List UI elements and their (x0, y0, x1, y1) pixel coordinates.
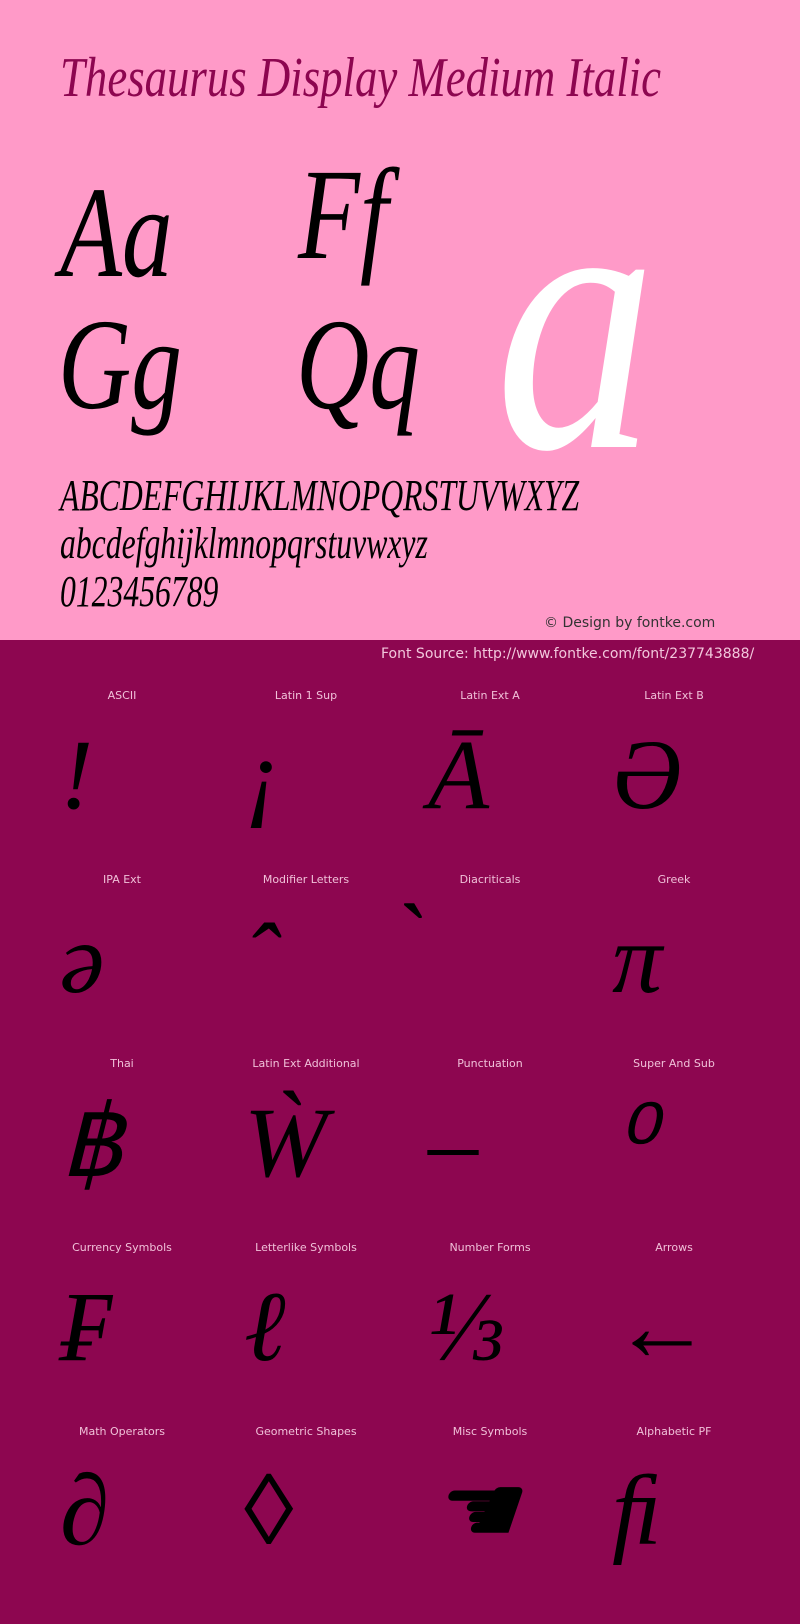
digits-row: 0123456789 (60, 567, 219, 616)
block-label: Geometric Shapes (255, 1425, 357, 1438)
block-sample-glyph: ⅓ (428, 1271, 503, 1382)
font-source-link[interactable]: Font Source: http://www.fontke.com/font/… (381, 646, 754, 662)
block-label: ASCII (107, 689, 137, 702)
unicode-block-cell: Misc Symbols ☚ (398, 1416, 582, 1600)
block-sample-glyph: ﬁ (612, 1455, 662, 1566)
block-label: Alphabetic PF (636, 1425, 712, 1438)
block-label: Greek (657, 873, 691, 886)
block-sample-glyph: ← (612, 1271, 712, 1382)
block-sample-glyph: – (428, 1087, 478, 1198)
unicode-block-cell: Modifier Letters ˆ (214, 864, 398, 1048)
unicode-block-cell: Latin Ext B Ə (582, 680, 766, 864)
unicode-block-cell: Thai ฿ (30, 1048, 214, 1232)
font-preview-panel: Thesaurus Display Medium Italic Aa Ff Gg… (0, 0, 800, 640)
block-label: Math Operators (79, 1425, 165, 1438)
glyph-pair-gg: Gg (58, 293, 182, 437)
unicode-block-cell: Letterlike Symbols ℓ (214, 1232, 398, 1416)
block-label: IPA Ext (103, 873, 141, 886)
block-sample-glyph: ə (60, 903, 105, 1014)
block-sample-glyph: π (612, 903, 663, 1014)
unicode-block-cell: Latin Ext A Ā (398, 680, 582, 864)
block-sample-glyph: Ā (428, 719, 490, 830)
lowercase-alphabet: abcdefghijklmnopqrstuvwxyz (60, 519, 428, 568)
block-label: Super And Sub (633, 1057, 715, 1070)
block-sample-glyph: ฿ (60, 1087, 124, 1198)
unicode-block-cell: Math Operators ∂ (30, 1416, 214, 1600)
unicode-block-cell: Greek π (582, 864, 766, 1048)
glyph-pair-qq: Qq (296, 293, 420, 437)
font-title: Thesaurus Display Medium Italic (60, 47, 662, 109)
block-sample-glyph: ₣ (60, 1271, 110, 1382)
block-sample-glyph: ¡ (244, 719, 283, 830)
unicode-block-cell: Geometric Shapes ◊ (214, 1416, 398, 1600)
block-label: Misc Symbols (452, 1425, 528, 1438)
design-credit: © Design by fontke.com (544, 615, 716, 631)
block-label: Latin Ext B (644, 689, 704, 702)
block-sample-glyph: ⁰ (612, 1087, 653, 1198)
unicode-block-cell: Currency Symbols ₣ (30, 1232, 214, 1416)
unicode-block-cell: Punctuation – (398, 1048, 582, 1232)
block-sample-glyph: ! (60, 719, 94, 830)
block-sample-glyph: Ẁ (244, 1087, 328, 1198)
unicode-block-cell: Arrows ← (582, 1232, 766, 1416)
block-label: Modifier Letters (262, 873, 350, 886)
block-label: Number Forms (449, 1241, 531, 1254)
unicode-block-cell: Alphabetic PF ﬁ (582, 1416, 766, 1600)
block-sample-glyph: ℓ (244, 1271, 286, 1382)
block-sample-glyph: ◊ (244, 1455, 294, 1566)
block-label: Currency Symbols (72, 1241, 172, 1254)
block-label: Latin Ext A (460, 689, 520, 702)
block-label: Letterlike Symbols (255, 1241, 357, 1254)
glyph-pair-ff: Ff (298, 143, 389, 287)
unicode-block-cell: Super And Sub ⁰ (582, 1048, 766, 1232)
block-sample-glyph: ˆ (244, 903, 278, 1014)
block-label: Arrows (655, 1241, 693, 1254)
glyph-pair-aa: Aa (60, 161, 173, 305)
unicode-block-cell: Number Forms ⅓ (398, 1232, 582, 1416)
block-label: Latin 1 Sup (274, 689, 338, 702)
block-sample-glyph: ∂ (60, 1455, 110, 1566)
block-label: Latin Ext Additional (252, 1057, 360, 1070)
block-label: Thai (110, 1057, 134, 1070)
unicode-block-cell: Diacriticals̀ (398, 864, 582, 1048)
big-glyph-a: a (495, 109, 657, 530)
unicode-block-cell: ASCII! (30, 680, 214, 864)
uppercase-alphabet: ABCDEFGHIJKLMNOPQRSTUVWXYZ (60, 471, 580, 520)
block-label: Punctuation (457, 1057, 523, 1070)
unicode-block-cell: Latin Ext Additional Ẁ (214, 1048, 398, 1232)
block-label: Diacriticals (459, 873, 521, 886)
block-sample-glyph: ̀ (398, 904, 582, 1014)
unicode-block-cell: IPA Ext ə (30, 864, 214, 1048)
block-sample-glyph: Ə (612, 719, 682, 830)
unicode-block-cell: Latin 1 Sup ¡ (214, 680, 398, 864)
block-sample-glyph: ☚ (428, 1455, 518, 1566)
